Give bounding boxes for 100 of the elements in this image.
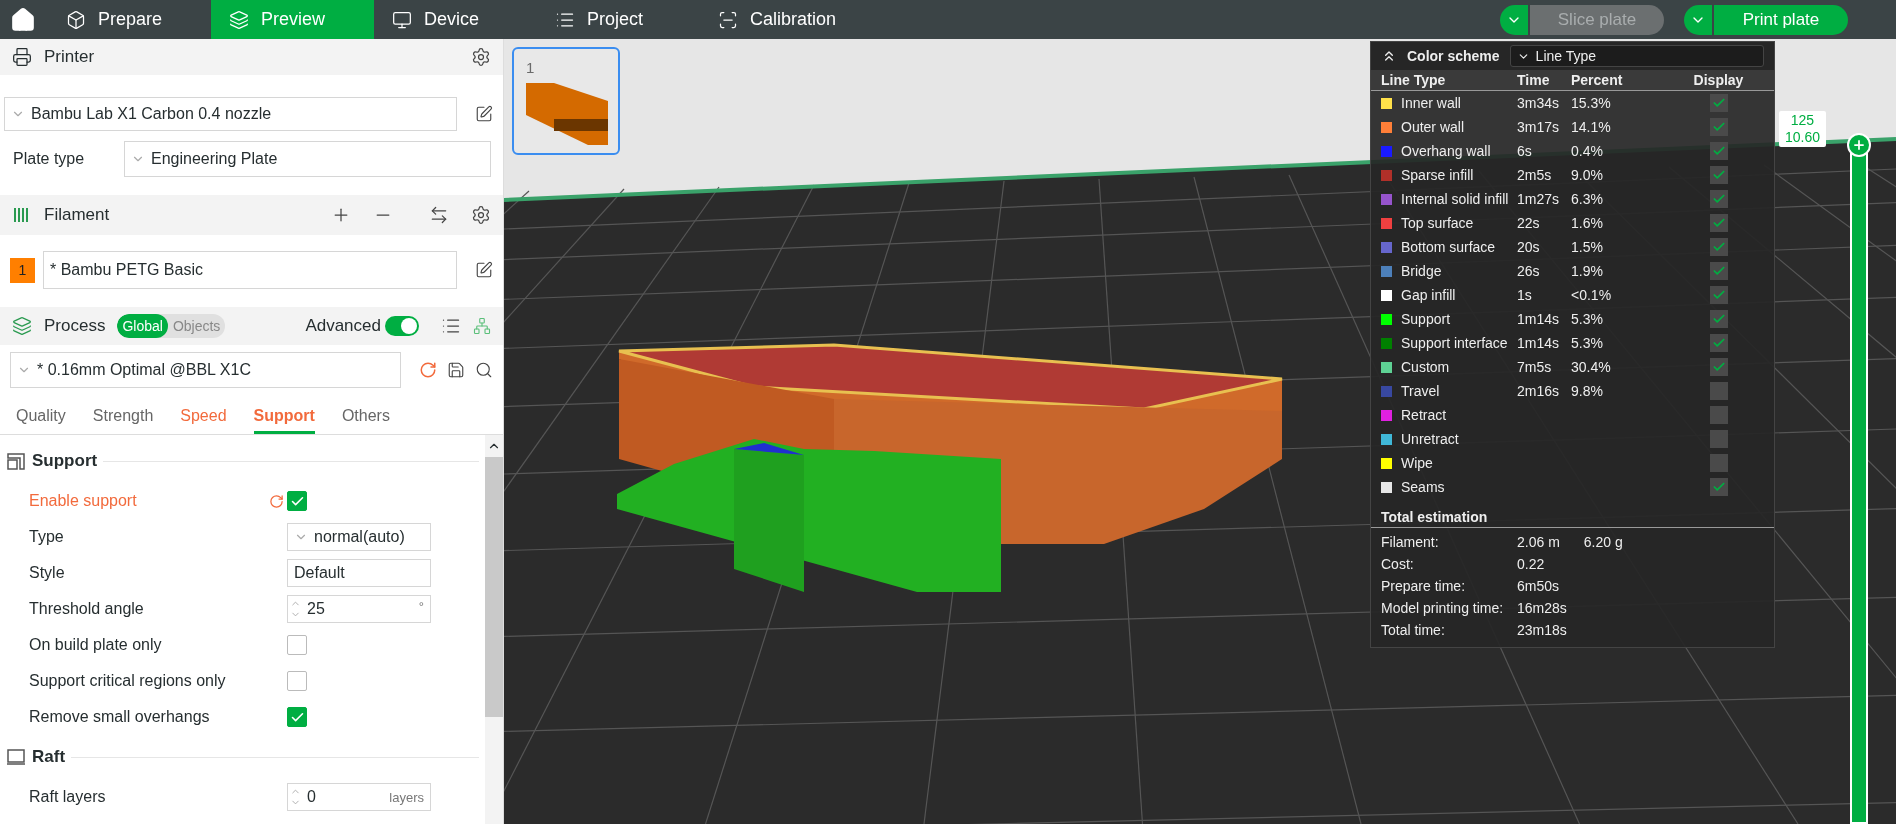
checkbox[interactable] [287, 491, 307, 511]
column-header: Line Type [1371, 70, 1517, 91]
line-type-label: Top surface [1401, 215, 1474, 231]
plate-type-dropdown[interactable]: Engineering Plate [124, 141, 491, 177]
dropdown-button[interactable] [1500, 4, 1530, 35]
scan-icon [718, 9, 738, 30]
line-type-label: Internal solid infill [1401, 191, 1509, 207]
check-icon [1711, 240, 1726, 254]
display-checkbox[interactable] [1709, 334, 1728, 352]
total-value: 6m50s [1517, 578, 1560, 594]
percent-cell-text: 1.9% [1571, 262, 1604, 281]
plate-thumbnail[interactable]: 1 [512, 47, 620, 155]
display-checkbox[interactable] [1709, 118, 1728, 136]
advanced-switch[interactable] [385, 316, 419, 336]
percent-cell-text: 5.3% [1571, 310, 1604, 329]
revert-icon[interactable] [269, 493, 284, 509]
swap-icon[interactable] [429, 205, 449, 225]
search-icon[interactable] [475, 361, 493, 379]
plate-number: 1 [526, 59, 535, 76]
line-type-label: Outer wall [1401, 119, 1465, 135]
line-type-label: Support [1401, 311, 1451, 327]
display-checkbox[interactable] [1709, 478, 1728, 496]
settings-tab[interactable]: Strength [92, 401, 154, 434]
scrollbar-thumb[interactable] [485, 457, 503, 717]
input-field[interactable]: Default [287, 559, 431, 587]
dropdown-button[interactable] [1684, 4, 1714, 35]
total-value: 2.06 m [1517, 534, 1560, 550]
display-checkbox[interactable] [1709, 430, 1728, 448]
line-type-label: Overhang wall [1401, 143, 1491, 159]
display-checkbox[interactable] [1709, 262, 1728, 280]
color-scheme-dropdown[interactable]: Line Type [1509, 45, 1764, 67]
edit-icon[interactable] [475, 105, 493, 123]
settings-icon[interactable] [471, 205, 491, 225]
settings-icon[interactable] [471, 47, 491, 67]
display-checkbox[interactable] [1709, 142, 1728, 160]
time-cell-text: 1m27s [1517, 190, 1561, 209]
layers-icon [12, 316, 32, 336]
check-icon [1711, 480, 1726, 494]
display-checkbox[interactable] [1709, 406, 1728, 424]
nav-tab[interactable]: Prepare [48, 0, 211, 39]
check-icon [1711, 144, 1726, 158]
column-header: Percent [1571, 70, 1663, 91]
check-icon [1711, 360, 1726, 374]
spin-field[interactable]: 25 ° [287, 595, 431, 623]
setting-label: Enable support [29, 492, 138, 510]
layers-icon [229, 9, 249, 30]
display-checkbox[interactable] [1709, 94, 1728, 112]
display-checkbox[interactable] [1709, 166, 1728, 184]
setting-label: Remove small overhangs [29, 708, 211, 726]
revert-icon[interactable] [419, 361, 437, 379]
time-cell-text: 2m16s [1517, 382, 1561, 401]
save-icon[interactable] [447, 361, 465, 379]
time-cell-text: 1m14s [1517, 334, 1561, 353]
process-dropdown[interactable]: * 0.16mm Optimal @BBL X1C [10, 352, 401, 388]
time-cell-text: 1m14s [1517, 310, 1561, 329]
display-checkbox[interactable] [1709, 310, 1728, 328]
checkbox[interactable] [287, 635, 307, 655]
printer-icon [12, 47, 32, 67]
check-icon [1711, 336, 1726, 350]
setting-label: Style [29, 564, 66, 582]
check-icon [1711, 192, 1726, 206]
filament-slot-number: 1 [10, 257, 35, 283]
printer-dropdown[interactable]: Bambu Lab X1 Carbon 0.4 nozzle [4, 97, 457, 131]
checkbox[interactable] [287, 671, 307, 691]
setting-label: Threshold angle [29, 600, 145, 618]
display-checkbox[interactable] [1709, 382, 1728, 400]
checkbox[interactable] [287, 707, 307, 727]
nav-tab[interactable]: Device [374, 0, 537, 39]
layer-readout: 125 10.60 [1778, 111, 1826, 147]
spin-field[interactable]: 0 layers [287, 783, 431, 811]
display-checkbox[interactable] [1709, 190, 1728, 208]
edit-icon[interactable] [475, 261, 493, 279]
cube-icon [66, 9, 86, 30]
nodes-icon[interactable] [473, 317, 491, 335]
line-type-label: Seams [1401, 479, 1445, 495]
display-checkbox[interactable] [1709, 238, 1728, 256]
dropdown[interactable]: normal(auto) [287, 523, 431, 551]
monitor-icon [392, 9, 412, 30]
total-label: Prepare time: [1380, 577, 1467, 596]
nav-tab[interactable]: Project [537, 0, 700, 39]
display-checkbox[interactable] [1709, 454, 1728, 472]
time-cell-text: 1s [1517, 286, 1533, 305]
legend-title: Color scheme [1407, 48, 1500, 64]
time-cell-text: 3m34s [1517, 94, 1561, 113]
settings-tab[interactable]: Others [341, 401, 390, 434]
percent-cell-text: 14.1% [1571, 118, 1612, 137]
line-type-label: Custom [1401, 359, 1450, 375]
line-type-label: Wipe [1401, 455, 1433, 471]
settings-tab[interactable]: Quality [16, 401, 66, 434]
display-checkbox[interactable] [1709, 214, 1728, 232]
section-title: Printer [44, 47, 96, 67]
check-icon [1711, 216, 1726, 230]
total-value: 0.22 [1517, 556, 1545, 572]
percent-cell-text: 6.3% [1571, 190, 1604, 209]
display-checkbox[interactable] [1709, 358, 1728, 376]
display-checkbox[interactable] [1709, 286, 1728, 304]
total-label: Cost: [1380, 555, 1415, 574]
nav-tab[interactable]: Calibration [700, 0, 863, 39]
filament-dropdown[interactable]: * Bambu PETG Basic [43, 251, 457, 289]
line-type-label: Inner wall [1401, 95, 1461, 111]
